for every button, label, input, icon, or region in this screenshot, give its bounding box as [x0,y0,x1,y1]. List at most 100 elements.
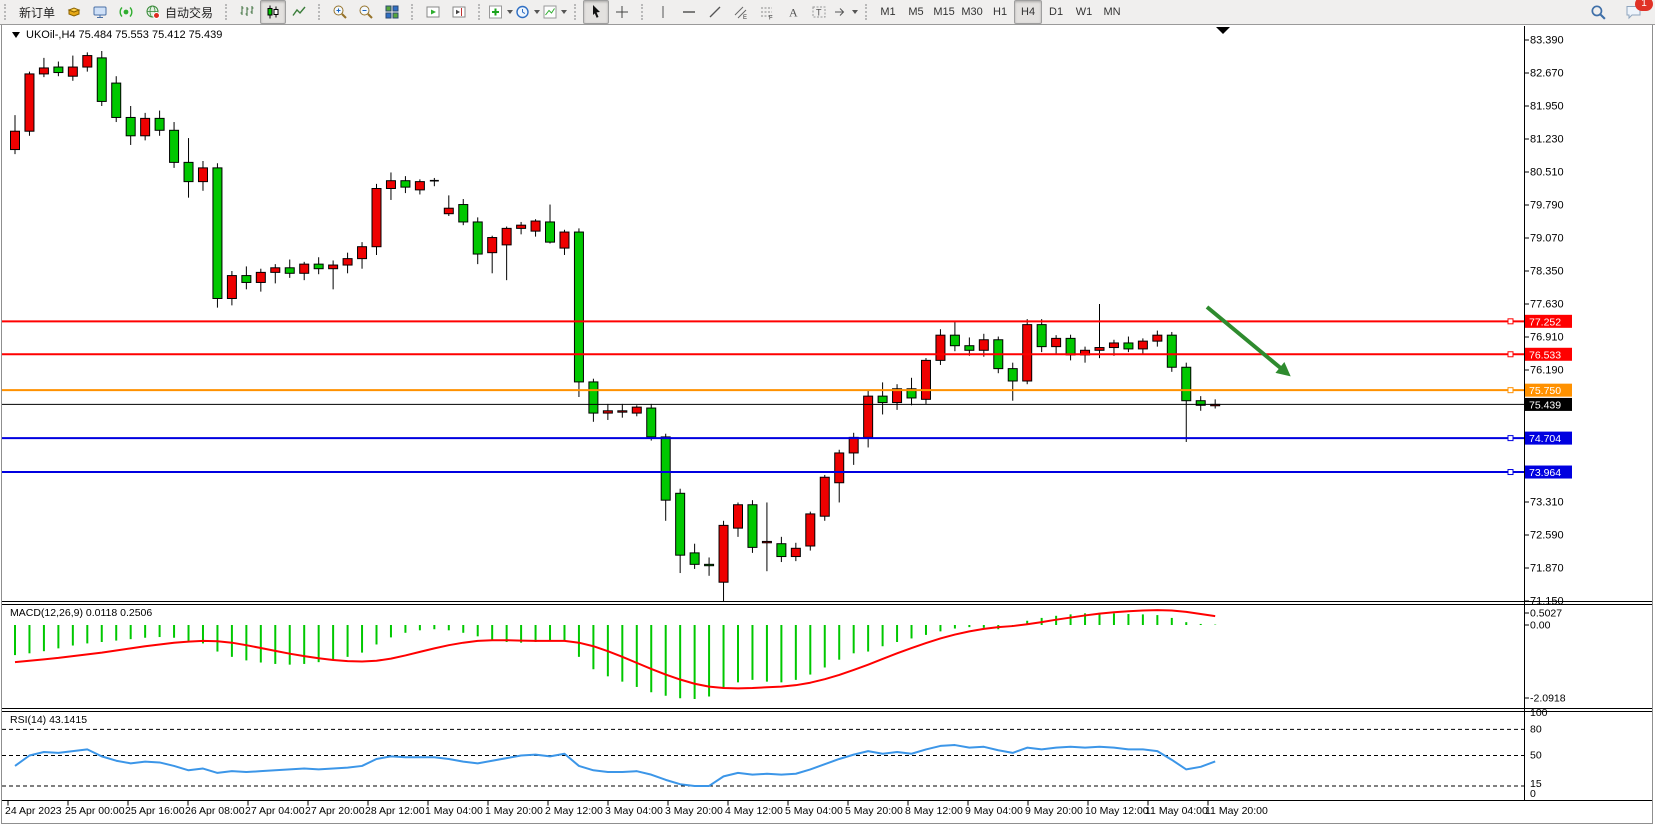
date-label: 25 Apr 00:00 [65,805,125,817]
periods-button[interactable] [514,0,541,24]
timeframe-mn-button[interactable]: MN [1098,0,1126,24]
candle [1023,319,1032,384]
new-order-button[interactable]: 新订单 [13,0,61,24]
auto-scroll-button[interactable] [420,0,446,24]
dropdown-caret-icon [561,10,567,14]
zoom-out-icon [358,4,374,20]
date-label: 11 May 04:00 [1145,805,1208,817]
chart-shift-button[interactable] [446,0,472,24]
candle [647,404,656,441]
text-button[interactable]: A [780,0,806,24]
notification-badge: 1 [1635,0,1653,11]
line-handle[interactable] [1508,388,1513,393]
autotrading-button[interactable]: 自动交易 [139,0,219,24]
timeframe-m30-button[interactable]: M30 [958,0,986,24]
zoom-out-button[interactable] [353,0,379,24]
line-handle[interactable] [1508,319,1513,324]
price-tick-label: 77.630 [1530,299,1564,311]
templates-button[interactable] [541,0,568,24]
vertical-line-icon [655,4,671,20]
vertical-line-button[interactable] [650,0,676,24]
timeframe-group: M1 M5 M15 M30 H1 H4 D1 W1 MN [861,0,1128,24]
toolbar-grip [4,4,9,20]
candle [112,76,121,122]
symbol-title-text: UKOil-,H4 75.484 75.553 75.412 75.439 [26,29,222,41]
line-handle[interactable] [1508,470,1513,475]
macd-tick-label: 0.00 [1530,620,1551,632]
timeframe-m5-button[interactable]: M5 [902,0,930,24]
chart-type-group [221,0,314,24]
signals-button[interactable] [113,0,139,24]
timeframe-m1-button[interactable]: M1 [874,0,902,24]
line-handle[interactable] [1508,436,1513,441]
drawing-group: E F A T [637,0,861,24]
arrows-button[interactable] [832,0,859,24]
line-handle[interactable] [1508,352,1513,357]
price-tick-label: 79.790 [1530,200,1564,212]
timeframe-d1-button[interactable]: D1 [1042,0,1070,24]
price-tick-label: 81.950 [1530,101,1564,113]
tile-windows-button[interactable] [379,0,405,24]
indicators-plus-icon [488,4,504,20]
channel-button[interactable]: E [728,0,754,24]
cursor-button[interactable] [583,0,609,24]
price-tick-label: 71.870 [1530,563,1564,575]
timeframe-h4-button[interactable]: H4 [1014,0,1042,24]
horizontal-line-icon [681,4,697,20]
mt4-terminal: 新订单 自动交易 [0,0,1655,826]
price-tick-label: 81.230 [1530,134,1564,146]
equidistant-channel-icon: E [733,4,749,20]
arrow-object-icon [833,4,849,20]
zoom-in-button[interactable] [327,0,353,24]
price-badge-label: 75.750 [1529,385,1561,397]
trendline-button[interactable] [702,0,728,24]
chart-window[interactable]: 83.39082.67081.95081.23080.51079.79079.0… [0,24,1655,826]
date-label: 3 May 20:00 [665,805,723,817]
dropdown-caret-icon [534,10,540,14]
market-watch-button[interactable] [61,0,87,24]
toolbar-grip [641,4,646,20]
line-chart-button[interactable] [286,0,312,24]
candlestick-chart-button[interactable] [260,0,286,24]
macd-tick-label: 0.5027 [1530,608,1562,620]
timeframe-w1-button[interactable]: W1 [1070,0,1098,24]
svg-text:F: F [769,16,773,21]
timeframe-m15-button[interactable]: M15 [930,0,958,24]
svg-text:T: T [816,8,822,18]
price-tick-label: 76.190 [1530,365,1564,377]
candle [372,184,381,255]
candle [748,500,757,553]
bar-chart-button[interactable] [234,0,260,24]
template-icon [542,4,558,20]
text-label-button[interactable]: T [806,0,832,24]
rsi-indicator-label: RSI(14) 43.1415 [10,714,87,726]
chart-canvas[interactable]: 83.39082.67081.95081.23080.51079.79079.0… [0,24,1655,826]
dropdown-caret-icon [852,10,858,14]
price-tick-label: 78.350 [1530,266,1564,278]
trendline-icon [707,4,723,20]
price-badge-label: 77.252 [1529,316,1561,328]
navigator-button[interactable] [87,0,113,24]
macd-tick-label: -2.0918 [1530,693,1566,705]
market-watch-icon [66,4,82,20]
toolbar-grip [318,4,323,20]
rsi-tick-label: 100 [1530,707,1548,719]
fibonacci-button[interactable]: F [754,0,780,24]
collapse-triangle-icon[interactable] [12,32,20,38]
crosshair-button[interactable] [609,0,635,24]
price-badge-label: 76.533 [1529,349,1561,361]
fibonacci-icon: F [759,4,775,20]
timeframe-h1-button[interactable]: H1 [986,0,1014,24]
globe-icon [145,4,161,20]
toolbar-grip [574,4,579,20]
trade-group: 新订单 自动交易 [0,0,221,24]
search-button[interactable] [1585,0,1611,24]
price-badge-label: 75.439 [1529,399,1561,411]
price-tick-label: 73.310 [1530,497,1564,509]
price-tick-label: 72.590 [1530,530,1564,542]
indicators-button[interactable] [487,0,514,24]
autotrading-label: 自动交易 [165,4,213,21]
chat-button[interactable]: 1 [1621,0,1647,24]
toolbar-grip [411,4,416,20]
horizontal-line-button[interactable] [676,0,702,24]
